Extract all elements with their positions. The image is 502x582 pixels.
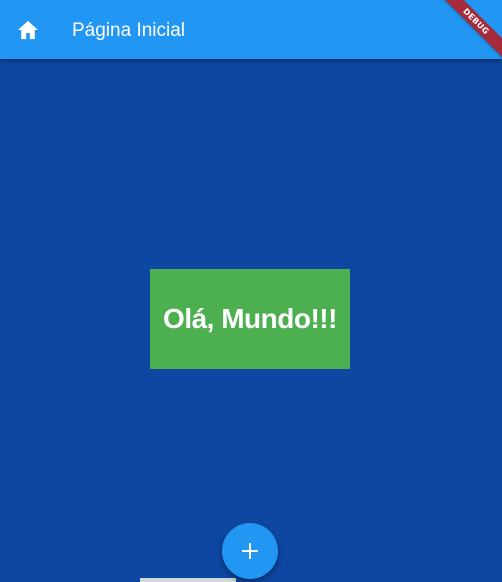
greeting-text: Olá, Mundo!!! [163, 303, 337, 334]
home-icon[interactable] [17, 20, 39, 40]
add-button[interactable] [222, 523, 278, 579]
app-root: Página Inicial DEBUG Olá, Mundo!!! [0, 0, 502, 582]
page-title: Página Inicial [72, 20, 186, 41]
greeting-box: Olá, Mundo!!! [150, 269, 350, 369]
add-icon [242, 543, 258, 559]
bottom-divider [140, 578, 236, 582]
app-bar: Página Inicial [0, 0, 502, 59]
